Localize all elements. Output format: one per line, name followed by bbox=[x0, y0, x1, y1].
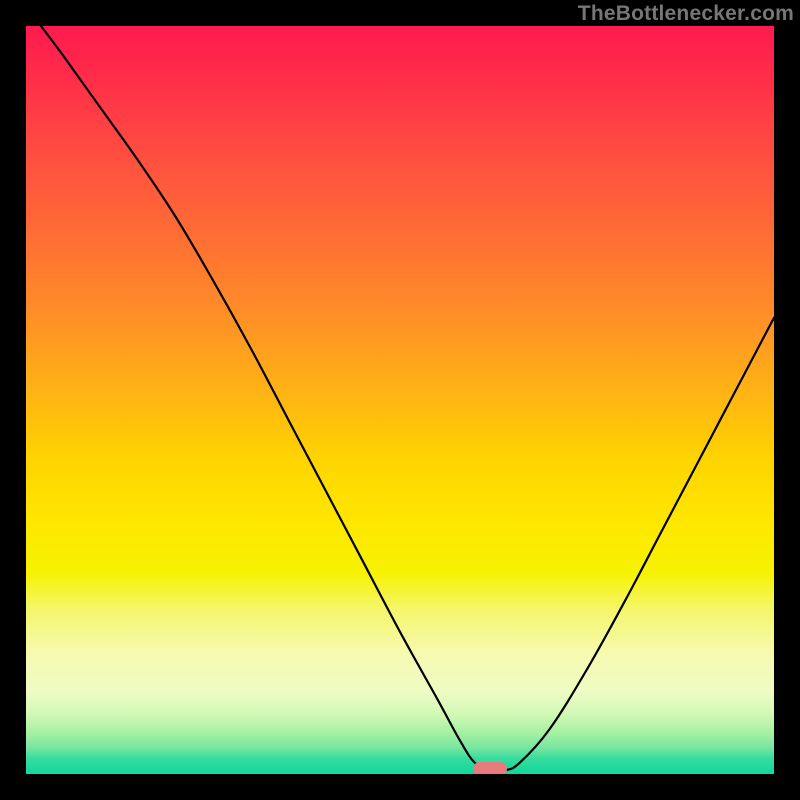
bottleneck-curve bbox=[26, 26, 774, 774]
optimal-marker bbox=[473, 762, 507, 774]
chart-frame: TheBottlenecker.com bbox=[0, 0, 800, 800]
plot-area bbox=[26, 26, 774, 774]
watermark-text: TheBottlenecker.com bbox=[578, 2, 794, 26]
